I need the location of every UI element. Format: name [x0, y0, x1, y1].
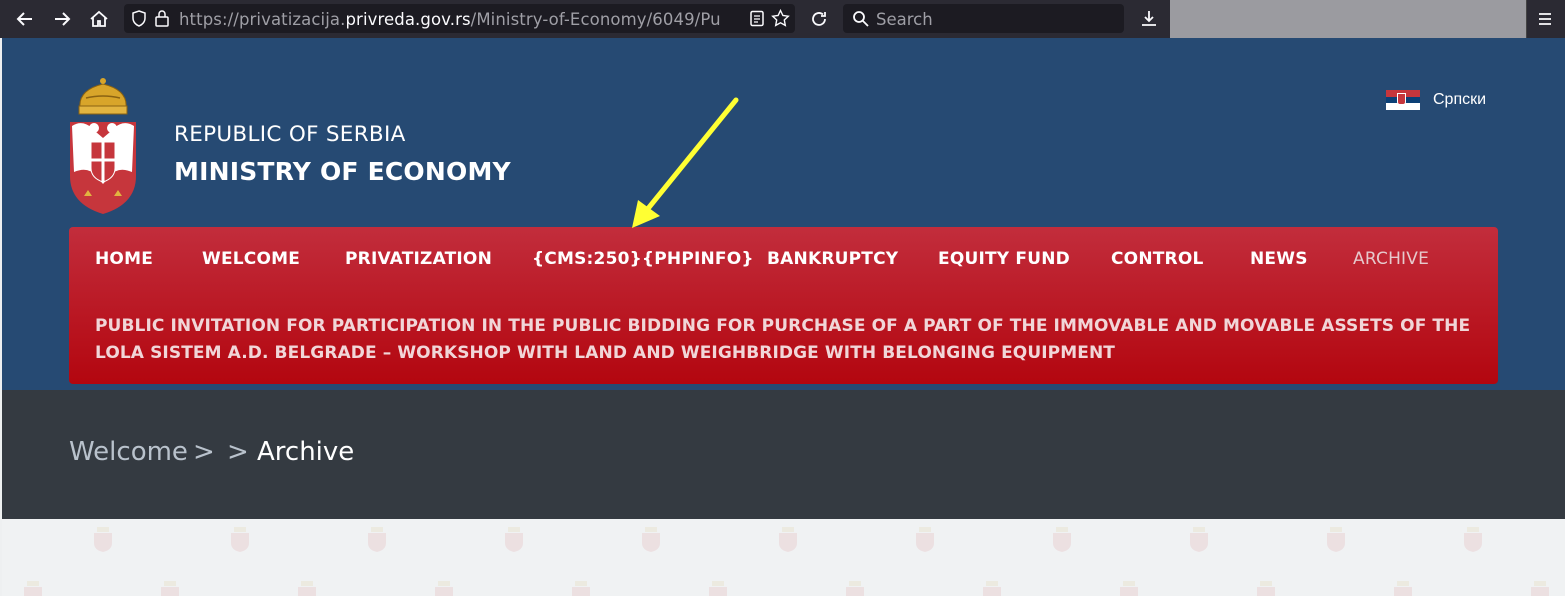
watermark-coat-of-arms-icon [1531, 581, 1549, 596]
browser-toolbar: https://privatizacija.privreda.gov.rs/Mi… [0, 0, 1565, 38]
nav-control[interactable]: CONTROL [1111, 249, 1204, 269]
watermark-coat-of-arms-icon [1053, 527, 1071, 552]
breadcrumb-separator: > [227, 437, 249, 467]
breadcrumb-separator: > [193, 437, 215, 467]
watermark-coat-of-arms-icon [24, 581, 42, 596]
url-bar[interactable]: https://privatizacija.privreda.gov.rs/Mi… [124, 4, 795, 33]
breadcrumb: Welcome > > Archive [2, 390, 1565, 519]
watermark-coat-of-arms-icon [505, 527, 523, 552]
nav-bankruptcy[interactable]: BANKRUPTCY [767, 249, 898, 269]
watermark-coat-of-arms-icon [1190, 527, 1208, 552]
watermark-coat-of-arms-icon [1464, 527, 1482, 552]
downloads-icon[interactable] [1138, 8, 1160, 30]
home-icon[interactable] [88, 8, 110, 30]
watermark-coat-of-arms-icon [916, 527, 934, 552]
watermark-coat-of-arms-icon [435, 581, 453, 596]
reload-icon[interactable] [808, 8, 830, 30]
site-header: REPUBLIC OF SERBIA MINISTRY OF ECONOMY С… [2, 38, 1565, 390]
nav-privatization[interactable]: PRIVATIZATION [345, 249, 492, 269]
app-menu-icon[interactable] [1537, 11, 1553, 27]
main-navigation: HOME WELCOME PRIVATIZATION {CMS:250}{PHP… [69, 227, 1498, 384]
watermark-coat-of-arms-icon [368, 527, 386, 552]
watermark-coat-of-arms-icon [1120, 581, 1138, 596]
nav-home[interactable]: HOME [95, 249, 153, 269]
watermark-coat-of-arms-icon [1394, 581, 1412, 596]
reader-view-icon[interactable] [749, 10, 765, 27]
header-republic-title: REPUBLIC OF SERBIA [174, 122, 406, 147]
shield-icon[interactable] [131, 10, 147, 27]
watermark-coat-of-arms-icon [709, 581, 727, 596]
search-bar[interactable]: Search [843, 4, 1124, 33]
breadcrumb-current: Archive [257, 437, 355, 467]
lock-icon[interactable] [154, 9, 170, 27]
nav-cms-phpinfo[interactable]: {CMS:250}{PHPINFO} [532, 249, 754, 269]
language-label[interactable]: Српски [1433, 91, 1486, 109]
watermark-coat-of-arms-icon [1257, 581, 1275, 596]
watermark-coat-of-arms-icon [572, 581, 590, 596]
watermark-coat-of-arms-icon [983, 581, 1001, 596]
breadcrumb-welcome[interactable]: Welcome [69, 437, 188, 467]
watermark-coat-of-arms-icon [846, 581, 864, 596]
watermark-coat-of-arms-icon [231, 527, 249, 552]
annotation-arrow-icon [632, 97, 739, 228]
nav-archive[interactable]: ARCHIVE [1353, 249, 1429, 269]
nav-submenu-item[interactable]: PUBLIC INVITATION FOR PARTICIPATION IN T… [95, 313, 1485, 367]
page-content [2, 519, 1565, 596]
toolbar-spacer [1170, 0, 1526, 38]
nav-news[interactable]: NEWS [1250, 249, 1308, 269]
watermark-coat-of-arms-icon [94, 527, 112, 552]
nav-welcome[interactable]: WELCOME [202, 249, 300, 269]
watermark-coat-of-arms-icon [1327, 527, 1345, 552]
serbian-flag-icon [1386, 90, 1420, 110]
header-ministry-title: MINISTRY OF ECONOMY [174, 157, 511, 186]
watermark-coat-of-arms-icon [779, 527, 797, 552]
search-placeholder: Search [876, 10, 933, 29]
forward-arrow-icon[interactable] [51, 8, 73, 30]
watermark-coat-of-arms-icon [642, 527, 660, 552]
coat-of-arms-icon [70, 78, 136, 214]
watermark-coat-of-arms-icon [161, 581, 179, 596]
back-arrow-icon[interactable] [14, 8, 36, 30]
watermark-coat-of-arms-icon [298, 581, 316, 596]
search-icon [853, 11, 869, 27]
url-text: https://privatizacija.privreda.gov.rs/Mi… [179, 10, 721, 29]
nav-equity-fund[interactable]: EQUITY FUND [938, 249, 1070, 269]
bookmark-star-icon[interactable] [771, 9, 790, 28]
app-menu[interactable] [1526, 0, 1565, 38]
